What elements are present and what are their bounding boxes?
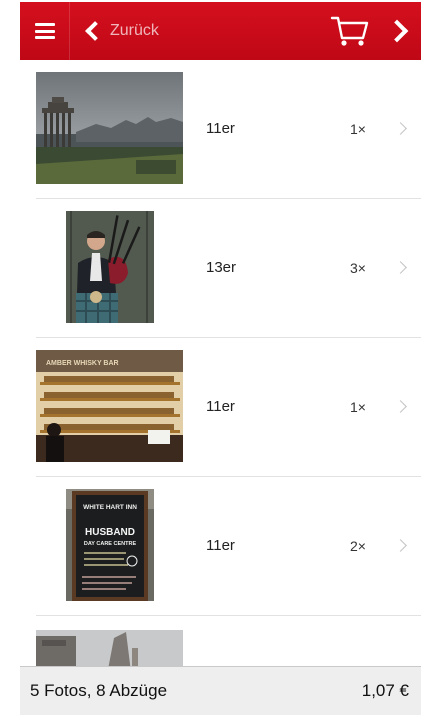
chevron-right-icon [394,539,407,552]
chalkboard-line2: HUSBAND [85,527,135,538]
quantity-label: 1× [350,399,366,415]
format-label: 11er [206,120,235,137]
chalkboard-line1: WHITE HART INN [83,504,137,511]
list-item[interactable]: AMBER WHISKY BAR 11er 1× [36,338,421,477]
hamburger-icon [34,23,55,39]
format-label: 11er [206,537,235,554]
chevron-left-icon [85,21,105,41]
chevron-right-icon [394,261,407,274]
format-label: 13er [206,259,237,276]
list-item[interactable]: 13er 3× [36,199,421,338]
cart-icon [330,16,369,46]
back-label: Zurück [110,22,159,39]
bar-sign-text: AMBER WHISKY BAR [46,360,119,367]
next-button[interactable] [385,16,415,46]
total-price: 1,07 € [361,681,409,700]
chevron-right-icon [385,19,409,43]
chevron-right-icon [394,400,407,413]
pub-chalkboard-photo: WHITE HART INN HUSBAND DAY CARE CENTRE [66,489,154,601]
whisky-bar-photo: AMBER WHISKY BAR [36,350,183,462]
back-button[interactable]: Zurück [85,2,159,60]
quantity-label: 2× [350,538,366,554]
menu-button[interactable] [20,2,70,60]
quantity-label: 3× [350,260,366,276]
cart-button[interactable] [330,14,370,48]
photo-list: 11er 1× 13er 3× AMBER WHISKY BAR 11er 1×… [0,60,421,680]
bagpiper-photo [66,211,154,323]
edinburgh-skyline-photo [36,72,183,184]
photo-count-summary: 5 Fotos, 8 Abzüge [30,681,168,700]
chalkboard-line3: DAY CARE CENTRE [84,541,137,547]
order-summary-bar: 5 Fotos, 8 Abzüge 1,07 € [20,666,421,715]
list-item[interactable]: 11er 1× [36,60,421,199]
quantity-label: 1× [350,121,366,137]
chevron-right-icon [394,122,407,135]
format-label: 11er [206,398,235,415]
list-item[interactable]: WHITE HART INN HUSBAND DAY CARE CENTRE 1… [36,477,421,616]
top-navbar: Zurück [20,2,421,60]
